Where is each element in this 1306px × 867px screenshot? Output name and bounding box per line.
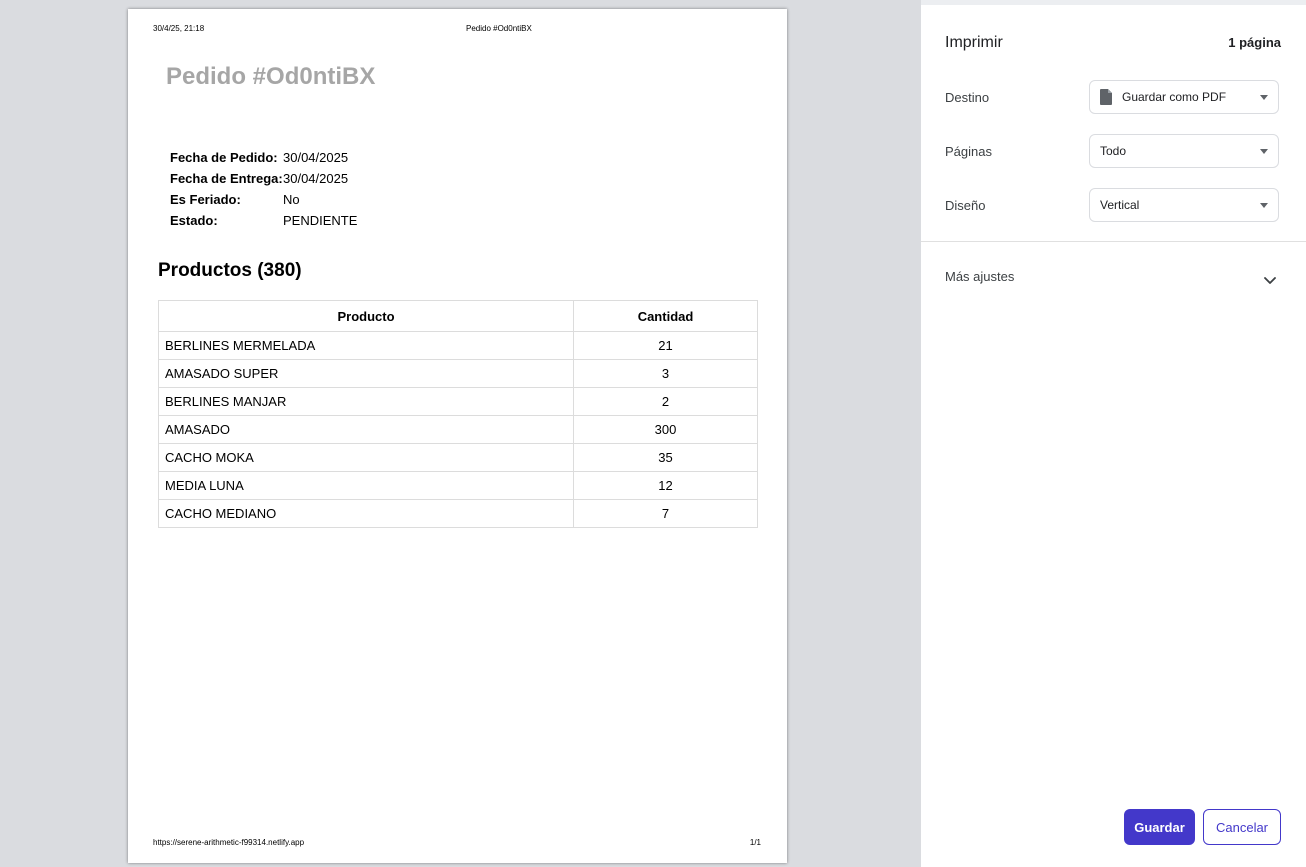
table-row: AMASADO 300 bbox=[158, 415, 758, 444]
preview-page: 30/4/25, 21:18 Pedido #Od0ntiBX Pedido #… bbox=[128, 9, 787, 863]
table-row: BERLINES MERMELADA 21 bbox=[158, 331, 758, 360]
order-title: Pedido #Od0ntiBX bbox=[166, 63, 376, 90]
products-heading: Productos (380) bbox=[158, 260, 302, 281]
product-name: CACHO MEDIANO bbox=[158, 499, 574, 528]
info-row-delivery-date: Fecha de Entrega: 30/04/2025 bbox=[170, 168, 357, 189]
product-name: AMASADO bbox=[158, 415, 574, 444]
table-row: CACHO MEDIANO 7 bbox=[158, 499, 758, 528]
page-header-datetime: 30/4/25, 21:18 bbox=[153, 24, 205, 33]
info-label: Fecha de Pedido: bbox=[170, 150, 278, 165]
product-name: MEDIA LUNA bbox=[158, 471, 574, 500]
destination-label: Destino bbox=[945, 90, 990, 105]
table-row: MEDIA LUNA 12 bbox=[158, 471, 758, 500]
product-name: AMASADO SUPER bbox=[158, 359, 574, 388]
info-label: Fecha de Entrega: bbox=[170, 171, 283, 186]
layout-label: Diseño bbox=[945, 198, 986, 213]
column-header-product: Producto bbox=[158, 300, 574, 332]
save-button[interactable]: Guardar bbox=[1124, 809, 1195, 845]
info-row-status: Estado: PENDIENTE bbox=[170, 210, 357, 231]
table-header-row: Producto Cantidad bbox=[158, 300, 758, 332]
pages-value: Todo bbox=[1100, 144, 1127, 158]
more-settings-toggle[interactable]: Más ajustes bbox=[945, 269, 1014, 284]
pages-label: Páginas bbox=[945, 144, 992, 159]
panel-top-border bbox=[921, 0, 1306, 5]
dropdown-arrow-icon bbox=[1260, 149, 1268, 154]
layout-value: Vertical bbox=[1100, 198, 1140, 212]
cancel-button[interactable]: Cancelar bbox=[1203, 809, 1281, 845]
product-quantity: 12 bbox=[573, 471, 758, 500]
table-row: BERLINES MANJAR 2 bbox=[158, 387, 758, 416]
info-value: No bbox=[283, 192, 300, 207]
destination-value: Guardar como PDF bbox=[1122, 90, 1227, 104]
page-footer-page-number: 1/1 bbox=[749, 838, 761, 847]
info-row-order-date: Fecha de Pedido: 30/04/2025 bbox=[170, 147, 357, 168]
layout-select[interactable]: Vertical bbox=[1089, 188, 1279, 222]
product-quantity: 300 bbox=[573, 415, 758, 444]
product-quantity: 7 bbox=[573, 499, 758, 528]
info-value: 30/04/2025 bbox=[283, 150, 349, 165]
product-name: BERLINES MANJAR bbox=[158, 387, 574, 416]
info-value: PENDIENTE bbox=[283, 213, 358, 228]
chevron-down-icon[interactable] bbox=[1264, 272, 1276, 284]
info-label: Estado: bbox=[170, 213, 218, 228]
dropdown-arrow-icon bbox=[1260, 203, 1268, 208]
order-info: Fecha de Pedido: 30/04/2025 Fecha de Ent… bbox=[170, 147, 357, 231]
print-settings-panel: Imprimir 1 página Destino Guardar como P… bbox=[921, 0, 1306, 867]
page-footer-url: https://serene-arithmetic-f99314.netlify… bbox=[153, 838, 305, 847]
product-quantity: 3 bbox=[573, 359, 758, 388]
product-name: CACHO MOKA bbox=[158, 443, 574, 472]
column-header-quantity: Cantidad bbox=[573, 300, 758, 332]
page-header-title: Pedido #Od0ntiBX bbox=[466, 24, 532, 33]
table-row: AMASADO SUPER 3 bbox=[158, 359, 758, 388]
print-preview-area: 30/4/25, 21:18 Pedido #Od0ntiBX Pedido #… bbox=[0, 0, 921, 867]
destination-select[interactable]: Guardar como PDF bbox=[1089, 80, 1279, 114]
sheet-count: 1 página bbox=[1228, 35, 1281, 50]
section-divider bbox=[921, 241, 1306, 242]
dropdown-arrow-icon bbox=[1260, 95, 1268, 100]
info-value: 30/04/2025 bbox=[283, 171, 349, 186]
product-quantity: 35 bbox=[573, 443, 758, 472]
product-quantity: 2 bbox=[573, 387, 758, 416]
pages-select[interactable]: Todo bbox=[1089, 134, 1279, 168]
file-icon bbox=[1100, 89, 1112, 105]
panel-title: Imprimir bbox=[945, 34, 1003, 51]
product-name: BERLINES MERMELADA bbox=[158, 331, 574, 360]
info-label: Es Feriado: bbox=[170, 192, 241, 207]
table-row: CACHO MOKA 35 bbox=[158, 443, 758, 472]
info-row-holiday: Es Feriado: No bbox=[170, 189, 357, 210]
products-table: Producto Cantidad BERLINES MERMELADA 21 … bbox=[158, 300, 758, 528]
product-quantity: 21 bbox=[573, 331, 758, 360]
